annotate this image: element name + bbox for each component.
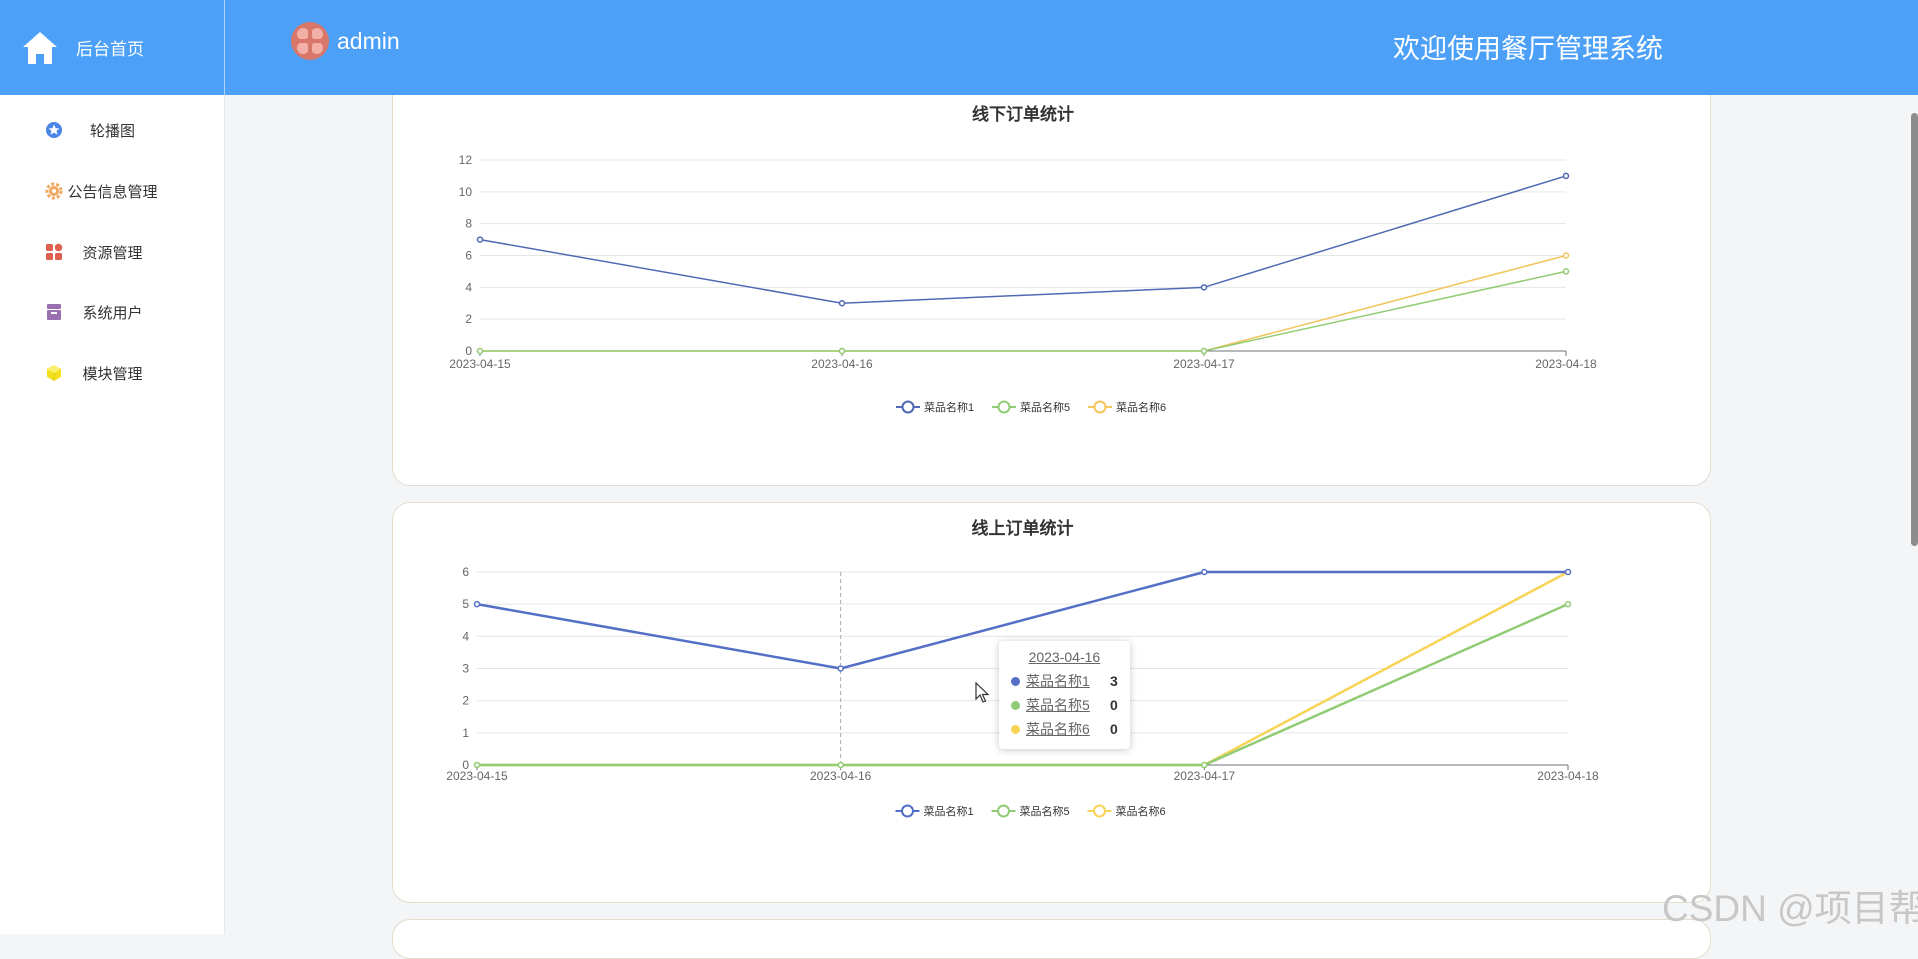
data-point	[1201, 568, 1208, 576]
series-line	[479, 175, 1567, 304]
tooltip-row: 菜品名称5 0	[1011, 693, 1118, 717]
user-name: admin	[337, 27, 400, 54]
y-tick-label: 6	[465, 249, 472, 263]
x-tick-label: 2023-04-16	[811, 357, 873, 371]
data-point	[1562, 268, 1570, 275]
offline-orders-chart: 线下订单统计 0 2 4 6 8 10 12 2023-04-15 2023-04-16 2023-…	[449, 104, 1597, 414]
y-tick-label: 6	[462, 565, 469, 579]
sidebar-item-label: 轮播图	[89, 122, 135, 140]
home-icon	[23, 31, 57, 64]
sidebar-item-announcements[interactable]: 公告信息管理	[0, 171, 225, 211]
chart-title: 线下订单统计	[972, 104, 1074, 124]
y-tick-label: 2	[465, 312, 472, 326]
y-tick-label: 5	[462, 597, 469, 611]
data-point	[476, 236, 484, 243]
x-tick-label: 2023-04-15	[446, 769, 508, 783]
x-tick-label: 2023-04-18	[1535, 357, 1597, 371]
y-tick-label: 10	[459, 185, 473, 199]
home-label: 后台首页	[76, 40, 144, 59]
y-tick-label: 4	[465, 280, 472, 294]
legend-marker	[901, 400, 915, 414]
legend-label: 菜品名称1	[924, 400, 974, 414]
sidebar-item-modules[interactable]: 模块管理	[0, 353, 225, 393]
sidebar-item-carousel[interactable]: 轮播图	[0, 110, 225, 150]
series-dot	[1011, 724, 1020, 734]
data-point	[838, 300, 846, 307]
scrollbar-thumb[interactable]	[1911, 113, 1918, 546]
data-point	[837, 665, 844, 672]
sidebar-item-label: 资源管理	[82, 244, 143, 262]
top-bar: 后台首页 admin 欢迎使用餐厅管理系统	[0, 0, 1918, 95]
y-tick-label: 4	[462, 629, 469, 643]
series-dot	[1011, 676, 1020, 686]
series-line	[480, 270, 1567, 352]
data-point	[1200, 284, 1208, 291]
watermark: CSDN @项目帮	[1662, 888, 1918, 929]
legend-marker	[1093, 400, 1107, 414]
data-point	[837, 761, 844, 769]
tooltip-series-value: 0	[1110, 697, 1118, 713]
legend-label: 菜品名称1	[924, 804, 974, 818]
tooltip-title: 2023-04-16	[1028, 649, 1101, 665]
data-point	[838, 347, 846, 355]
x-tick-label: 2023-04-17	[1174, 769, 1236, 783]
data-point	[473, 761, 481, 769]
sidebar: 轮播图 公告信息管理 资源管理 系统用户 模块管理	[0, 95, 225, 934]
series-line	[480, 254, 1567, 352]
chart-card-partial	[392, 919, 1711, 959]
data-point	[473, 600, 481, 608]
data-point	[1562, 252, 1570, 259]
sidebar-item-system-users[interactable]: 系统用户	[0, 292, 225, 332]
x-tick-label: 2023-04-16	[810, 769, 872, 783]
home-link[interactable]: 后台首页	[0, 0, 225, 95]
legend-label: 菜品名称6	[1116, 804, 1166, 818]
data-point	[476, 347, 484, 355]
avatar	[291, 22, 329, 60]
legend-label: 菜品名称5	[1020, 804, 1070, 818]
legend-marker	[997, 400, 1011, 414]
series-dot	[1011, 700, 1020, 710]
data-point	[1564, 600, 1572, 608]
y-tick-label: 8	[465, 217, 472, 231]
tooltip-series-name: 菜品名称5	[1026, 697, 1090, 713]
legend-marker	[1093, 804, 1106, 818]
x-tick-label: 2023-04-15	[449, 357, 511, 371]
chart-title: 线上订单统计	[972, 518, 1074, 538]
y-tick-label: 0	[465, 344, 472, 358]
tooltip-row: 菜品名称6 0	[1011, 717, 1118, 741]
sidebar-item-label: 系统用户	[82, 304, 143, 322]
tooltip-series-value: 0	[1110, 721, 1118, 737]
data-point	[1562, 172, 1570, 180]
x-tick-label: 2023-04-18	[1537, 769, 1599, 783]
y-tick-label: 2	[462, 694, 469, 708]
legend-label: 菜品名称5	[1020, 400, 1070, 414]
legend-label: 菜品名称6	[1116, 400, 1166, 414]
legend-marker	[997, 804, 1010, 818]
data-point	[1201, 761, 1208, 769]
y-tick-label: 1	[462, 726, 469, 740]
y-tick-label: 12	[459, 153, 473, 167]
tooltip-series-name: 菜品名称1	[1026, 673, 1090, 689]
y-tick-label: 3	[462, 662, 469, 676]
welcome-text: 欢迎使用餐厅管理系统	[1393, 34, 1663, 64]
chart-tooltip: 2023-04-16 菜品名称1 3 菜品名称5 0 菜品名称6 0	[999, 641, 1130, 749]
offline-orders-chart-card: 线下订单统计 0 2 4 6 8 10 12 2023-04-15 2023-04-16 2023-…	[392, 95, 1711, 486]
tooltip-series-name: 菜品名称6	[1026, 721, 1090, 737]
tooltip-series-value: 3	[1110, 673, 1118, 689]
legend-marker	[901, 804, 914, 818]
x-tick-label: 2023-04-17	[1173, 357, 1235, 371]
sidebar-item-resources[interactable]: 资源管理	[0, 232, 225, 272]
data-point	[1200, 347, 1208, 355]
data-point	[1564, 568, 1572, 576]
mouse-cursor-icon	[975, 682, 989, 703]
sidebar-item-label: 公告信息管理	[67, 183, 158, 201]
sidebar-item-label: 模块管理	[82, 365, 143, 383]
user-menu[interactable]: admin	[291, 22, 400, 60]
tooltip-row: 菜品名称1 3	[1011, 669, 1118, 693]
